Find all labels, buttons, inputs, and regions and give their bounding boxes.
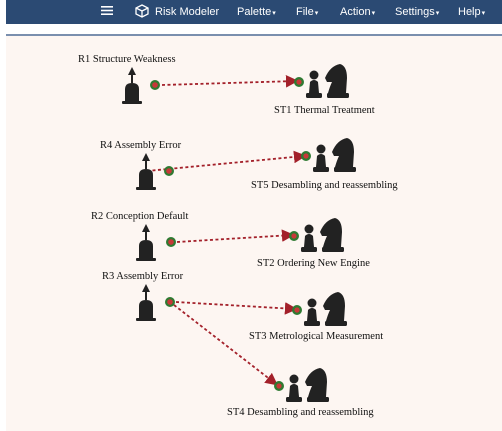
risk-r2-node[interactable] [132,224,176,262]
risk-r4-node[interactable] [132,153,174,191]
risk-r2-port[interactable] [166,237,176,247]
link-r1-st1[interactable] [161,75,299,88]
cube-logo-icon [135,4,149,21]
risk-buoy-icon [136,224,156,261]
risk-r1-label: R1 Structure Weakness [78,54,176,65]
risk-r3-port[interactable] [165,297,175,307]
menu-file[interactable]: File▾ [296,6,318,18]
chevron-down-icon: ▾ [371,10,376,17]
strategy-st3-label: ST3 Metrological Measurement [249,331,384,342]
strategy-st2-node[interactable] [289,216,345,254]
knight-icon [305,368,329,402]
top-navbar: Risk Modeler Palette▾ File▾ Action▾ Sett… [6,0,502,24]
strategy-port[interactable] [274,381,284,391]
link-r3-st4[interactable] [173,304,278,386]
strategy-st5-node[interactable] [301,136,357,174]
knight-icon [323,292,347,326]
risk-r2-label: R2 Conception Default [91,211,189,222]
strategy-port[interactable] [292,305,302,315]
strategy-st5-label: ST5 Desambling and reassembling [251,180,398,191]
strategy-st1-label: ST1 Thermal Treatment [274,105,375,116]
strategy-st2-label: ST2 Ordering New Engine [257,258,370,269]
pawn-icon [286,374,302,402]
model-canvas[interactable]: R1 Structure Weakness R4 Assembly Error … [6,36,502,431]
strategy-st4-label: ST4 Desambling and reassembling [227,407,374,418]
risk-r1-node[interactable] [118,67,160,105]
risk-buoy-icon [136,153,156,190]
hamburger-menu-icon[interactable] [101,5,113,19]
chevron-down-icon: ▾ [272,10,276,17]
risk-r3-node[interactable] [132,284,175,322]
strategy-port[interactable] [301,151,311,161]
pawn-icon [306,70,322,98]
strategy-port[interactable] [294,77,304,87]
menu-action-label: Action [340,6,371,18]
strategy-st3-node[interactable] [292,290,348,328]
brand-title[interactable]: Risk Modeler [155,6,219,18]
knight-icon [325,64,349,98]
menu-palette[interactable]: Palette▾ [237,6,276,18]
menu-settings[interactable]: Settings▾ [395,6,439,18]
pawn-icon [313,144,329,172]
risk-buoy-icon [136,284,156,321]
menu-help[interactable]: Help▾ [458,6,485,18]
risk-r4-label: R4 Assembly Error [100,140,182,151]
link-r3-st3[interactable] [175,301,298,315]
pawn-icon [301,224,317,252]
chevron-down-icon: ▾ [435,10,440,17]
menu-palette-label: Palette [237,6,272,18]
link-r2-st2[interactable] [176,229,295,243]
risk-buoy-icon [122,67,142,104]
pawn-icon [304,298,320,326]
strategy-st4-node[interactable] [274,366,330,404]
menu-help-label: Help [458,6,481,18]
menu-settings-label: Settings [395,6,435,18]
risk-r1-port[interactable] [150,80,160,90]
strategy-st1-node[interactable] [294,62,350,100]
knight-icon [320,218,344,252]
chevron-down-icon: ▾ [481,10,486,17]
knight-icon [332,138,356,172]
strategy-port[interactable] [289,231,299,241]
risk-r4-port[interactable] [164,166,174,176]
risk-r3-label: R3 Assembly Error [102,271,184,282]
menu-file-label: File [296,6,314,18]
chevron-down-icon: ▾ [314,10,319,17]
link-layer [146,75,307,386]
menu-action[interactable]: Action▾ [340,6,375,18]
